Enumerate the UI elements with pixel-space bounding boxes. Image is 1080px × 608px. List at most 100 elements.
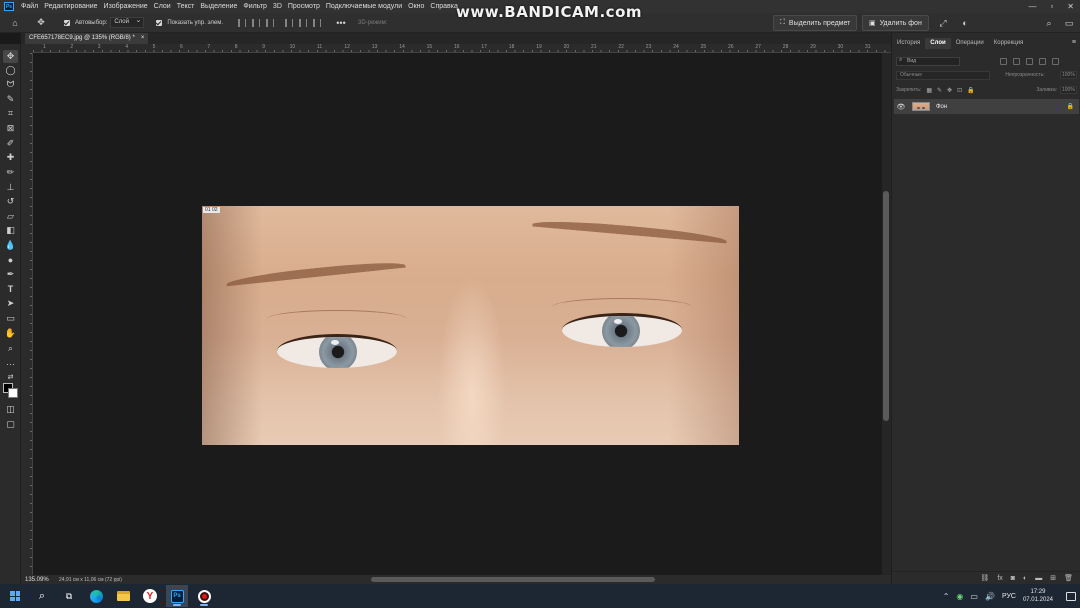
new-group-icon[interactable]: ▬ <box>1035 575 1042 582</box>
layer-name[interactable]: Фон <box>936 104 947 110</box>
menu-3d[interactable]: 3D <box>270 3 285 10</box>
vertical-ruler[interactable] <box>21 53 33 575</box>
horizontal-ruler[interactable]: 1 2 3 4 5 6 7 8 9 10 11 12 13 14 15 16 17 18 19 20 21 22 23 24 2… <box>33 44 891 53</box>
close-button[interactable]: ✕ <box>1067 2 1074 11</box>
menu-select[interactable]: Выделение <box>197 3 240 10</box>
home-icon[interactable]: ⌂ <box>8 16 22 30</box>
link-layers-icon[interactable]: ⛓ <box>980 574 989 582</box>
document-image[interactable]: 01 02 <box>202 206 739 445</box>
move-tool-icon[interactable]: ✥ <box>34 16 48 30</box>
network-icon[interactable]: ▭ <box>970 592 978 601</box>
filter-type-icon[interactable] <box>1026 57 1033 65</box>
opacity-field[interactable]: 100% <box>1060 71 1077 79</box>
swap-colors-icon[interactable]: ⇄ <box>3 370 18 383</box>
lock-position-icon[interactable]: ✥ <box>947 87 952 94</box>
layer-row[interactable]: 👁 Фон 🔒 <box>894 99 1079 114</box>
move-tool[interactable]: ✥ <box>3 50 18 63</box>
lock-pixels-icon[interactable]: ▦ <box>926 87 932 94</box>
layer-filter-dropdown[interactable]: Вид <box>896 56 960 66</box>
zoom-level[interactable]: 135.09% <box>25 577 51 583</box>
explorer-taskbar-button[interactable] <box>112 585 134 607</box>
volume-icon[interactable]: 🔊 <box>985 592 995 601</box>
menu-filter[interactable]: Фильтр <box>240 3 270 10</box>
lock-artboard-icon[interactable]: ⊡ <box>957 87 962 94</box>
photoshop-taskbar-button[interactable]: Ps <box>166 585 188 607</box>
gradient-tool[interactable]: ◧ <box>3 224 18 237</box>
filter-pixel-icon[interactable] <box>1000 57 1007 65</box>
brush-tool[interactable]: ✏ <box>3 166 18 179</box>
tray-app-icon[interactable]: ◉ <box>956 592 963 601</box>
theme-icon[interactable]: ◐ <box>958 16 972 30</box>
workspace-icon[interactable]: ▭ <box>1062 16 1076 30</box>
visibility-eye-icon[interactable]: 👁 <box>894 103 908 111</box>
add-mask-icon[interactable]: ◙ <box>1011 575 1015 582</box>
filter-shape-icon[interactable] <box>1039 57 1046 65</box>
document-tab[interactable]: CFE657178EC9.jpg @ 135% (RGB/8) * × <box>25 33 149 44</box>
align-vcenter-icon[interactable] <box>299 18 308 27</box>
tab-adjustments[interactable]: Коррекция <box>989 38 1029 49</box>
align-bottom-icon[interactable] <box>313 18 322 27</box>
filter-adjustment-icon[interactable] <box>1013 57 1020 65</box>
minimize-button[interactable]: — <box>1028 2 1036 11</box>
blend-mode-dropdown[interactable]: Обычные <box>896 70 990 80</box>
vertical-scrollbar[interactable] <box>882 53 891 575</box>
align-top-icon[interactable] <box>285 18 294 27</box>
eyedropper-tool[interactable]: ✐ <box>3 137 18 150</box>
menu-plugins[interactable]: Подключаемые модули <box>323 3 405 10</box>
language-indicator[interactable]: РУС <box>1002 593 1016 600</box>
layer-lock-icon[interactable]: 🔒 <box>1067 103 1074 110</box>
taskbar-clock[interactable]: 17:29 07.01.2024 <box>1023 588 1053 604</box>
menu-view[interactable]: Просмотр <box>285 3 323 10</box>
menu-type[interactable]: Текст <box>174 3 198 10</box>
menu-file[interactable]: Файл <box>18 3 41 10</box>
eraser-tool[interactable]: ▱ <box>3 210 18 223</box>
auto-select-checkbox[interactable] <box>64 19 70 26</box>
screen-mode-icon[interactable]: ▢ <box>3 418 18 431</box>
select-subject-button[interactable]: ⛶ Выделить предмет <box>773 15 858 31</box>
align-right-icon[interactable] <box>266 18 275 27</box>
new-layer-icon[interactable]: ⊞ <box>1050 574 1056 582</box>
horizontal-scrollbar-thumb[interactable] <box>371 577 655 582</box>
bandicam-taskbar-button[interactable] <box>193 585 215 607</box>
align-hcenter-icon[interactable] <box>252 18 261 27</box>
blur-tool[interactable]: 💧 <box>3 239 18 252</box>
hand-tool[interactable]: ✋ <box>3 327 18 340</box>
auto-select-dropdown[interactable]: Слой <box>110 16 145 28</box>
background-color-swatch[interactable] <box>8 388 18 398</box>
pen-tool[interactable]: ✒ <box>3 268 18 281</box>
menu-edit[interactable]: Редактирование <box>41 3 100 10</box>
history-brush-tool[interactable]: ↺ <box>3 195 18 208</box>
path-select-tool[interactable]: ➤ <box>3 297 18 310</box>
yandex-taskbar-button[interactable]: Y <box>139 585 161 607</box>
align-left-icon[interactable] <box>238 18 247 27</box>
marquee-tool[interactable]: ◯ <box>3 64 18 77</box>
remove-background-button[interactable]: ▣ Удалить фон <box>862 15 929 31</box>
lock-paint-icon[interactable]: ✎ <box>937 87 942 94</box>
quick-select-tool[interactable]: ✎ <box>3 93 18 106</box>
filter-smart-icon[interactable] <box>1052 57 1059 65</box>
delete-layer-icon[interactable]: 🗑 <box>1064 574 1073 582</box>
adjustment-layer-icon[interactable]: ◐ <box>1023 575 1027 582</box>
maximize-button[interactable]: ▫ <box>1050 2 1053 11</box>
type-tool[interactable]: T <box>3 282 18 295</box>
edge-taskbar-button[interactable] <box>85 585 107 607</box>
search-taskbar-icon[interactable]: ⌕ <box>31 585 53 607</box>
fill-field[interactable]: 100% <box>1060 86 1077 94</box>
crop-tool[interactable]: ⌗ <box>3 107 18 120</box>
more-options-icon[interactable]: ••• <box>334 16 348 30</box>
healing-brush-tool[interactable]: ✚ <box>3 151 18 164</box>
tray-chevron-icon[interactable]: ⌃ <box>943 592 950 601</box>
menu-layers[interactable]: Слои <box>151 3 174 10</box>
close-tab-icon[interactable]: × <box>141 35 145 44</box>
zoom-tool[interactable]: ⌕ <box>3 342 18 355</box>
panel-menu-icon[interactable]: ≡ <box>1072 39 1076 46</box>
layer-style-icon[interactable]: fx <box>997 575 1002 582</box>
more-tools-icon[interactable]: ··· <box>3 357 18 370</box>
frame-tool[interactable]: ⊠ <box>3 122 18 135</box>
tab-history[interactable]: История <box>892 38 925 49</box>
search-icon[interactable]: ⌕ <box>1042 16 1056 30</box>
clone-stamp-tool[interactable]: ⊥ <box>3 181 18 194</box>
menu-window[interactable]: Окно <box>405 3 427 10</box>
transform-icon[interactable]: ⤢ <box>936 16 950 30</box>
lasso-tool[interactable]: ᗢ <box>3 78 18 91</box>
